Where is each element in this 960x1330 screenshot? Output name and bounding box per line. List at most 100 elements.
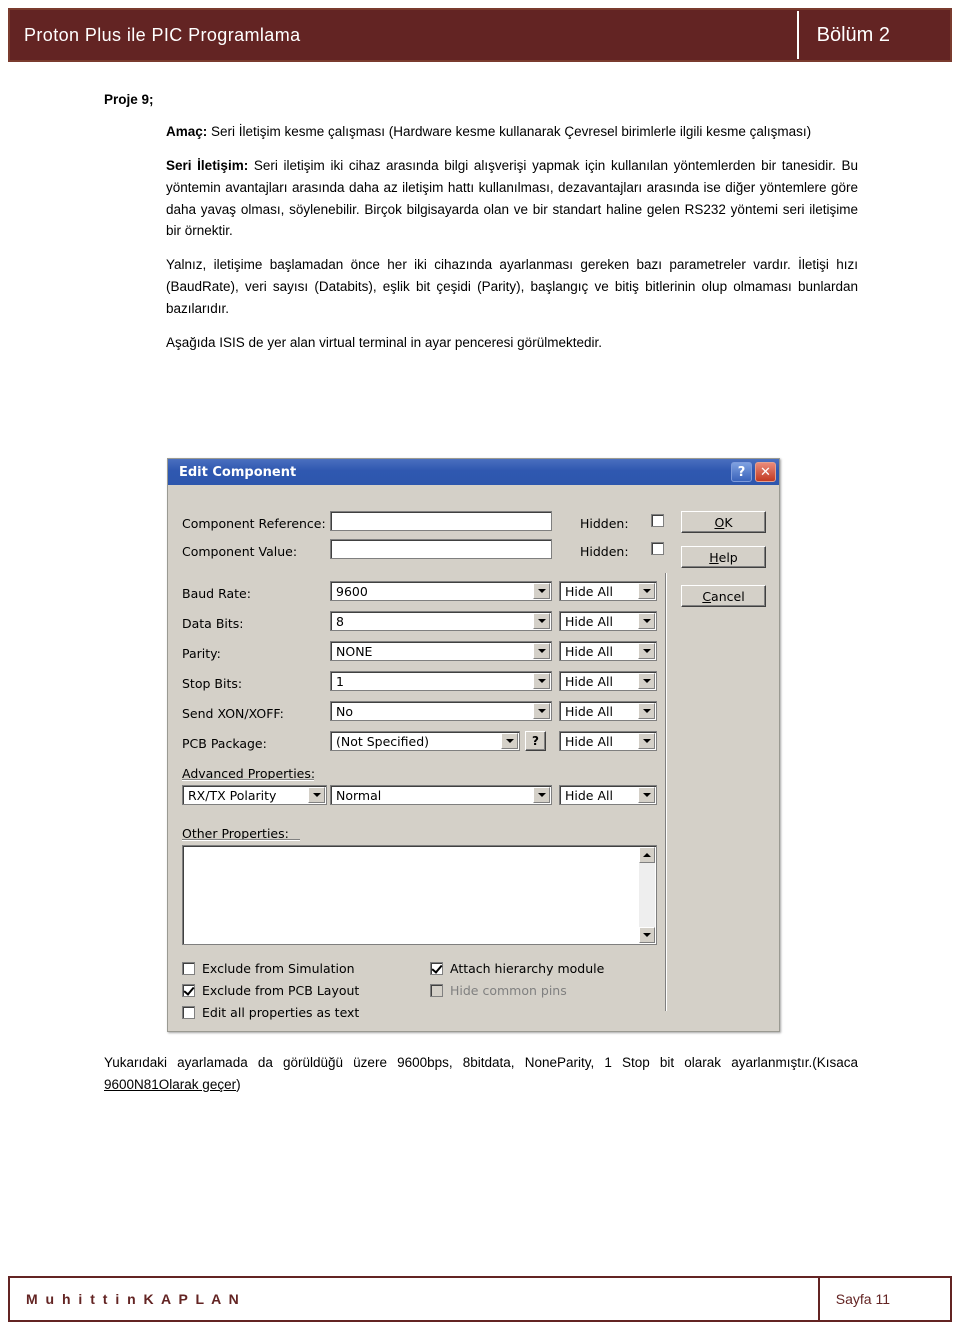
component-value-label: Component Value: <box>182 543 298 559</box>
pcb-package-help-button[interactable]: ? <box>525 731 546 751</box>
baud-rate-label-row: Baud Rate: <box>182 583 251 603</box>
attach-hierarchy-row[interactable]: Attach hierarchy module <box>430 958 604 978</box>
send-xon-select[interactable]: No <box>330 701 552 721</box>
edit-all-text-label: Edit all properties as text <box>202 1004 360 1020</box>
chevron-down-icon[interactable] <box>533 613 550 629</box>
parity-hide-select[interactable]: Hide All <box>559 641 657 661</box>
dialog-vertical-separator <box>665 573 667 1011</box>
close-icon[interactable]: ✕ <box>755 462 776 482</box>
header-chapter: Bölüm 2 <box>816 23 890 46</box>
send-xon-label: Send XON/XOFF: <box>182 705 284 721</box>
component-value-input[interactable] <box>330 539 552 559</box>
stop-bits-hide-value: Hide All <box>565 673 613 689</box>
other-properties-scrollbar[interactable] <box>639 847 655 943</box>
help-button[interactable]: Help <box>681 546 766 568</box>
baud-rate-select[interactable]: 9600 <box>330 581 552 601</box>
scroll-up-icon[interactable] <box>639 847 655 863</box>
other-properties-rule <box>182 839 300 841</box>
stop-bits-label: Stop Bits: <box>182 675 243 691</box>
data-bits-label: Data Bits: <box>182 615 244 631</box>
attach-hierarchy-checkbox[interactable] <box>430 961 443 975</box>
advanced-property-hide-select[interactable]: Hide All <box>559 785 657 805</box>
dialog-titlebar[interactable]: Edit Component ? ✕ <box>168 459 779 485</box>
component-reference-label-row: Component Reference: <box>182 513 326 533</box>
cancel-button-label: Cancel <box>702 588 745 604</box>
advanced-property-name-select[interactable]: RX/TX Polarity <box>182 785 327 805</box>
data-bits-hide-select[interactable]: Hide All <box>559 611 657 631</box>
chevron-down-icon[interactable] <box>308 787 325 803</box>
closing-text-2: ) <box>236 1076 241 1092</box>
chevron-down-icon[interactable] <box>533 643 550 659</box>
stop-bits-select[interactable]: 1 <box>330 671 552 691</box>
baud-rate-value: 9600 <box>336 583 368 599</box>
chevron-down-icon[interactable] <box>638 643 655 659</box>
header-divider <box>796 11 799 59</box>
hidden-checkbox-1[interactable] <box>651 514 664 527</box>
parity-select[interactable]: NONE <box>330 641 552 661</box>
footer-divider <box>817 1278 820 1320</box>
data-bits-value: 8 <box>336 613 344 629</box>
parity-label: Parity: <box>182 645 221 661</box>
aim-label: Amaç: <box>166 124 208 139</box>
hide-common-pins-checkbox <box>430 983 443 997</box>
edit-all-text-checkbox[interactable] <box>182 1005 195 1019</box>
chevron-down-icon[interactable] <box>638 583 655 599</box>
send-xon-hide-select[interactable]: Hide All <box>559 701 657 721</box>
chevron-down-icon[interactable] <box>501 733 518 749</box>
pcb-package-select[interactable]: (Not Specified) <box>330 731 520 751</box>
parity-hide-value: Hide All <box>565 643 613 659</box>
chevron-down-icon[interactable] <box>533 583 550 599</box>
caption-paragraph: Aşağıda ISIS de yer alan virtual termina… <box>166 334 602 350</box>
stop-bits-label-row: Stop Bits: <box>182 673 242 693</box>
advanced-property-value-select[interactable]: Normal <box>330 785 552 805</box>
chevron-down-icon[interactable] <box>638 613 655 629</box>
serial-label: Seri İletişim: <box>166 157 249 173</box>
scroll-down-icon[interactable] <box>639 927 655 943</box>
closing-text-1: Yukarıdaki ayarlamada da görüldüğü üzere… <box>104 1055 858 1070</box>
advanced-properties-rule <box>182 779 314 781</box>
edit-component-dialog: Edit Component ? ✕ Component Reference: … <box>167 458 780 1032</box>
chevron-down-icon[interactable] <box>533 787 550 803</box>
document-content: Proje 9; Amaç: Seri İletişim kesme çalış… <box>104 92 858 366</box>
chevron-down-icon[interactable] <box>533 673 550 689</box>
pcb-package-hide-select[interactable]: Hide All <box>559 731 657 751</box>
data-bits-label-row: Data Bits: <box>182 613 244 633</box>
exclude-simulation-checkbox[interactable] <box>182 961 195 975</box>
data-bits-hide-value: Hide All <box>565 613 613 629</box>
chevron-down-icon[interactable] <box>638 787 655 803</box>
help-icon[interactable]: ? <box>731 462 752 482</box>
send-xon-hide-value: Hide All <box>565 703 613 719</box>
send-xon-label-row: Send XON/XOFF: <box>182 703 284 723</box>
dialog-title: Edit Component <box>179 464 297 480</box>
dialog-body: Component Reference: Hidden: OK Componen… <box>168 485 779 1031</box>
cancel-button[interactable]: Cancel <box>681 585 766 607</box>
other-properties-textarea[interactable] <box>182 845 657 945</box>
data-bits-select[interactable]: 8 <box>330 611 552 631</box>
serial-text: Seri iletişim iki cihaz arasında bilgi a… <box>166 157 858 239</box>
chevron-down-icon[interactable] <box>533 703 550 719</box>
parameters-paragraph: Yalnız, iletişime başlamadan önce her ik… <box>166 257 858 317</box>
page-footer: M u h i t t i n K A P L A N Sayfa 11 <box>8 1276 952 1322</box>
baud-rate-hide-select[interactable]: Hide All <box>559 581 657 601</box>
header-title: Proton Plus ile PIC Programlama <box>24 24 301 45</box>
baud-rate-hide-value: Hide All <box>565 583 613 599</box>
chevron-down-icon[interactable] <box>638 673 655 689</box>
ok-button-label: OK <box>714 514 733 530</box>
advanced-property-hide-value: Hide All <box>565 787 613 803</box>
exclude-pcb-checkbox[interactable] <box>182 983 195 997</box>
pcb-package-value: (Not Specified) <box>336 733 430 749</box>
send-xon-value: No <box>336 703 353 719</box>
chevron-down-icon[interactable] <box>638 703 655 719</box>
baud-rate-label: Baud Rate: <box>182 585 251 601</box>
ok-button[interactable]: OK <box>681 511 766 533</box>
stop-bits-hide-select[interactable]: Hide All <box>559 671 657 691</box>
component-reference-input[interactable] <box>330 511 552 531</box>
hidden-checkbox-2[interactable] <box>651 542 664 555</box>
exclude-simulation-row[interactable]: Exclude from Simulation <box>182 958 355 978</box>
serial-paragraph: Seri İletişim: Seri iletişim iki cihaz a… <box>104 155 858 242</box>
edit-all-text-row[interactable]: Edit all properties as text <box>182 1002 359 1022</box>
exclude-pcb-row[interactable]: Exclude from PCB Layout <box>182 980 359 1000</box>
chevron-down-icon[interactable] <box>638 733 655 749</box>
stop-bits-value: 1 <box>336 673 344 689</box>
attach-hierarchy-label: Attach hierarchy module <box>450 960 605 976</box>
